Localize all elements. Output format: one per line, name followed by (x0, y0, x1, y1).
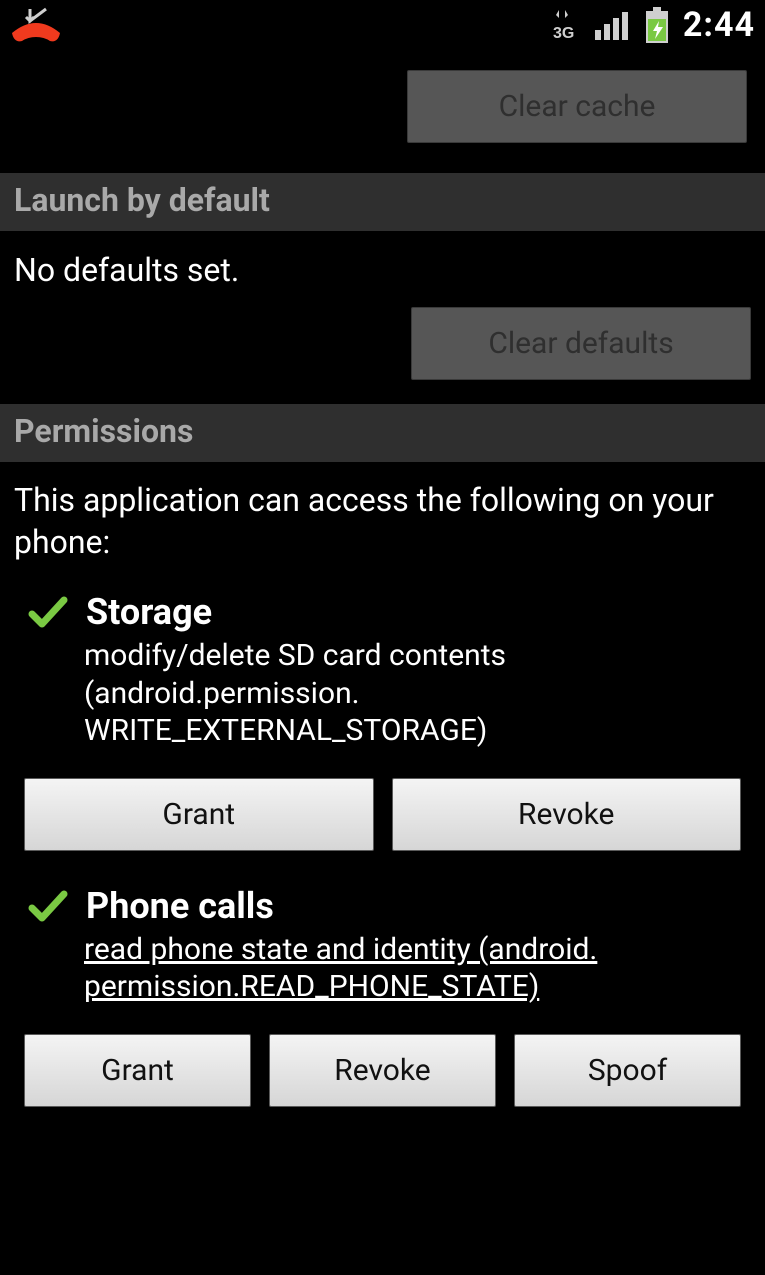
permission-buttons: GrantRevoke (14, 778, 751, 851)
signal-icon (595, 10, 631, 40)
check-icon (28, 888, 68, 924)
spoof-button[interactable]: Spoof (514, 1034, 741, 1107)
permission-group: Storagemodify/delete SD card contents (a… (0, 587, 765, 881)
svg-text:3G: 3G (553, 25, 574, 42)
permission-detail: modify/delete SD card contents (android.… (84, 637, 751, 750)
clear-defaults-button[interactable]: Clear defaults (411, 307, 751, 380)
revoke-button[interactable]: Revoke (269, 1034, 496, 1107)
section-header-permissions: Permissions (0, 404, 765, 462)
permissions-container: Storagemodify/delete SD card contents (a… (0, 587, 765, 1137)
battery-icon (643, 7, 671, 43)
permission-title: Storage (86, 591, 212, 633)
status-clock: 2:44 (683, 5, 755, 45)
revoke-button[interactable]: Revoke (392, 778, 742, 851)
check-icon (28, 594, 68, 630)
grant-button[interactable]: Grant (24, 778, 374, 851)
no-defaults-text: No defaults set. (14, 251, 751, 289)
grant-button[interactable]: Grant (24, 1034, 251, 1107)
permission-buttons: GrantRevokeSpoof (14, 1034, 751, 1107)
network-3g-icon: 3G (553, 8, 583, 42)
launch-block: No defaults set. Clear defaults (0, 231, 765, 404)
permission-group: Phone callsread phone state and identity… (0, 881, 765, 1137)
permission-head: Storage (14, 591, 751, 633)
permission-head: Phone calls (14, 885, 751, 927)
missed-call-icon (10, 3, 62, 47)
permissions-description: This application can access the followin… (0, 462, 765, 587)
status-bar: 3G 2:44 (0, 0, 765, 50)
clear-cache-button[interactable]: Clear cache (407, 70, 747, 143)
status-right: 3G 2:44 (553, 5, 755, 45)
permission-title: Phone calls (86, 885, 274, 927)
status-left (10, 3, 62, 47)
section-header-launch: Launch by default (0, 173, 765, 231)
cache-row: Clear cache (0, 50, 765, 173)
permission-detail[interactable]: read phone state and identity (android. … (84, 931, 751, 1006)
